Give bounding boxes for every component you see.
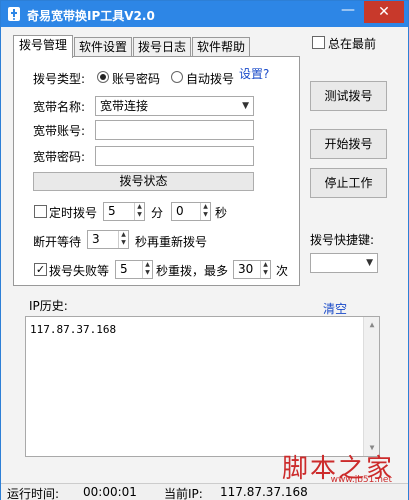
timed-dial-label: 定时拨号	[49, 206, 98, 220]
minimize-button[interactable]: —	[334, 1, 362, 23]
always-on-top-checkbox[interactable]	[312, 36, 325, 49]
status-bar: 运行时间: 00:00:01 当前IP: 117.87.37.168	[1, 483, 408, 500]
always-on-top-label: 总在最前	[328, 37, 377, 51]
test-dial-button[interactable]: 测试拨号	[310, 81, 387, 111]
timed-dial-seconds-spinner[interactable]: 0 ▲ ▼	[171, 202, 211, 221]
spinner-arrows-icon[interactable]: ▲ ▼	[134, 203, 144, 220]
clear-history-link[interactable]: 清空	[323, 300, 347, 317]
start-dial-button[interactable]: 开始拨号	[310, 129, 387, 159]
disconnect-wait-value: 3	[92, 232, 100, 246]
radio-account-password-label[interactable]: 账号密码	[112, 70, 160, 87]
dial-status-button[interactable]: 拨号状态	[33, 172, 254, 191]
retry-max-value: 30	[238, 262, 254, 276]
chevron-down-icon: ▼	[242, 101, 249, 111]
app-window: 奇易宽带换IP工具V2.0 — ✕ 拨号管理 软件设置 拨号日志 软件帮助 总在…	[0, 0, 409, 500]
current-ip-value: 117.87.37.168	[220, 485, 308, 499]
ip-history-list[interactable]: 117.87.37.168 ▲ ▼	[25, 316, 380, 457]
app-icon	[8, 7, 20, 21]
timed-dial-minutes-value: 5	[108, 204, 116, 218]
broadband-password-input[interactable]	[95, 146, 254, 166]
tab-software-help[interactable]: 软件帮助	[192, 37, 250, 57]
radio-auto-dial[interactable]	[171, 71, 183, 83]
disconnect-wait-spinner[interactable]: 3 ▲ ▼	[87, 230, 129, 249]
broadband-name-label: 宽带名称:	[33, 100, 86, 114]
radio-account-password[interactable]	[97, 71, 109, 83]
radio-auto-dial-label[interactable]: 自动拨号	[186, 70, 234, 87]
broadband-account-label: 宽带账号:	[33, 124, 86, 138]
history-scrollbar[interactable]: ▲ ▼	[363, 317, 379, 456]
spinner-arrows-icon[interactable]: ▲ ▼	[260, 261, 270, 278]
chevron-down-icon: ▼	[366, 258, 373, 268]
dial-type-label: 拨号类型:	[33, 72, 86, 86]
title-bar: 奇易宽带换IP工具V2.0 — ✕	[1, 1, 408, 27]
dial-management-panel	[13, 56, 300, 286]
current-ip-label: 当前IP:	[164, 487, 203, 500]
disconnect-wait-suffix: 秒再重新拨号	[135, 235, 208, 249]
disconnect-wait-label: 断开等待	[33, 235, 82, 249]
close-button[interactable]: ✕	[364, 1, 404, 23]
tab-dial-log[interactable]: 拨号日志	[133, 37, 191, 57]
broadband-account-input[interactable]	[95, 120, 254, 140]
retry-middle-label: 秒重拨，最多	[156, 264, 229, 278]
timed-dial-seconds-value: 0	[176, 204, 184, 218]
settings-link[interactable]: 设置?	[239, 65, 269, 82]
scroll-up-icon[interactable]: ▲	[364, 317, 380, 333]
retry-checkbox[interactable]: ✓	[34, 263, 47, 276]
spinner-arrows-icon[interactable]: ▲ ▼	[118, 231, 128, 248]
hotkey-select[interactable]: ▼	[310, 253, 378, 273]
spinner-arrows-icon[interactable]: ▲ ▼	[142, 261, 152, 278]
ip-history-label: IP历史:	[29, 299, 68, 313]
seconds-unit-label: 秒	[215, 206, 228, 220]
timed-dial-checkbox[interactable]	[34, 205, 47, 218]
broadband-password-label: 宽带密码:	[33, 150, 86, 164]
runtime-value: 00:00:01	[83, 485, 137, 499]
minutes-unit-label: 分	[151, 206, 164, 220]
hotkey-label: 拨号快捷键:	[310, 233, 375, 247]
timed-dial-minutes-spinner[interactable]: 5 ▲ ▼	[103, 202, 145, 221]
tab-dial-management[interactable]: 拨号管理	[13, 35, 73, 58]
retry-max-spinner[interactable]: 30 ▲ ▼	[233, 260, 271, 279]
broadband-name-select[interactable]: 宽带连接 ▼	[95, 96, 254, 116]
retry-label: 拨号失败等	[49, 264, 110, 278]
window-title: 奇易宽带换IP工具V2.0	[27, 9, 155, 23]
spinner-arrows-icon[interactable]: ▲ ▼	[200, 203, 210, 220]
broadband-name-value: 宽带连接	[100, 99, 149, 113]
runtime-label: 运行时间:	[7, 487, 60, 500]
list-item: 117.87.37.168	[30, 323, 117, 336]
retry-wait-value: 5	[120, 262, 128, 276]
tab-software-settings[interactable]: 软件设置	[74, 37, 132, 57]
retry-unit-label: 次	[276, 264, 289, 278]
stop-button[interactable]: 停止工作	[310, 168, 387, 198]
retry-wait-spinner[interactable]: 5 ▲ ▼	[115, 260, 153, 279]
